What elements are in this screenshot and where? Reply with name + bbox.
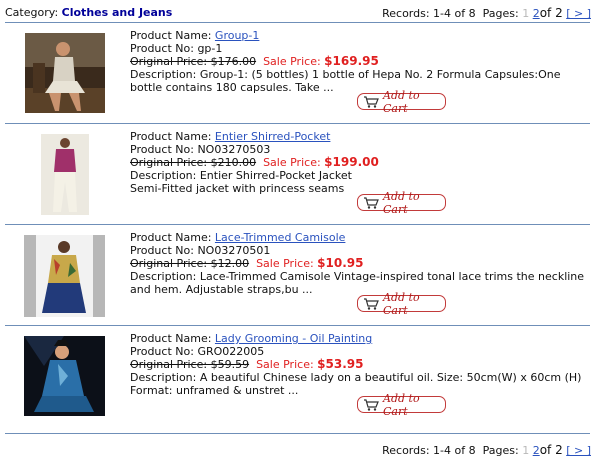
product-name-label: Product Name: xyxy=(130,231,212,244)
sale-price: $199.00 xyxy=(324,155,379,169)
product-name-label: Product Name: xyxy=(130,332,212,345)
cart-icon xyxy=(364,196,379,209)
product-info: Product Name: Entier Shirred-Pocket Prod… xyxy=(130,130,590,195)
product-no-label: Product No: xyxy=(130,42,194,55)
original-price: Original Price: $12.00 xyxy=(130,257,250,270)
product-no: NO03270503 xyxy=(197,143,271,156)
original-price: Original Price: $210.00 xyxy=(130,156,257,169)
product-name-label: Product Name: xyxy=(130,29,212,42)
product-description: Description: Entier Shirred-Pocket Jacke… xyxy=(130,169,352,195)
add-to-cart-button[interactable]: Add to Cart xyxy=(357,190,446,216)
divider xyxy=(5,224,590,225)
sale-price-label: Sale Price: xyxy=(263,156,321,169)
sale-price-label: Sale Price: xyxy=(256,358,314,371)
next-page-link[interactable]: [ > ] xyxy=(566,7,591,20)
add-to-cart-label: Add to Cart xyxy=(383,290,420,317)
records-count: Records: 1-4 of 8 xyxy=(382,7,476,20)
records-count: Records: 1-4 of 8 xyxy=(382,444,476,457)
divider xyxy=(5,433,590,434)
product-description: Description: Lace-Trimmed Camisole Vinta… xyxy=(130,270,585,296)
product-no-label: Product No: xyxy=(130,345,194,358)
top-bar: Category: Clothes and Jeans Records: 1-4… xyxy=(0,0,602,24)
product-no: GRO022005 xyxy=(197,345,265,358)
add-to-cart-button[interactable]: Add to Cart xyxy=(357,89,446,115)
sale-price: $169.95 xyxy=(324,54,379,68)
category-name-link[interactable]: Clothes and Jeans xyxy=(62,6,173,19)
product-no: NO03270501 xyxy=(197,244,271,257)
product-name-link[interactable]: Lace-Trimmed Camisole xyxy=(215,231,345,244)
category-line: Category: Clothes and Jeans xyxy=(5,6,172,19)
product-image[interactable] xyxy=(25,33,105,113)
original-price: Original Price: $176.00 xyxy=(130,55,257,68)
page-2-link[interactable]: 2 xyxy=(533,444,540,457)
divider xyxy=(5,325,590,326)
product-row: Product Name: Lady Grooming - Oil Painti… xyxy=(0,331,602,428)
product-image[interactable] xyxy=(41,134,89,215)
product-no: gp-1 xyxy=(197,42,223,55)
product-name-link[interactable]: Lady Grooming - Oil Painting xyxy=(215,332,372,345)
pages-label: Pages: xyxy=(482,7,519,20)
product-row: Product Name: Group-1 Product No: gp-1 O… xyxy=(0,28,602,125)
page-of-total: of 2 xyxy=(539,6,563,20)
add-to-cart-label: Add to Cart xyxy=(383,189,420,216)
add-to-cart-label: Add to Cart xyxy=(383,391,420,418)
page-1-current: 1 xyxy=(522,444,530,457)
product-no-label: Product No: xyxy=(130,143,194,156)
product-name-label: Product Name: xyxy=(130,130,212,143)
add-to-cart-button[interactable]: Add to Cart xyxy=(357,291,446,317)
sale-price-label: Sale Price: xyxy=(263,55,321,68)
page-2-link[interactable]: 2 xyxy=(533,7,540,20)
product-name-link[interactable]: Entier Shirred-Pocket xyxy=(215,130,331,143)
pager-top: Records: 1-4 of 8 Pages: 1 2of 2 [ > ] xyxy=(382,6,591,20)
cart-icon xyxy=(364,398,379,411)
sale-price: $53.95 xyxy=(317,357,364,371)
product-info: Product Name: Lady Grooming - Oil Painti… xyxy=(130,332,590,397)
product-info: Product Name: Lace-Trimmed Camisole Prod… xyxy=(130,231,590,296)
pager-bottom: Records: 1-4 of 8 Pages: 1 2of 2 [ > ] xyxy=(382,443,591,457)
cart-icon xyxy=(364,297,379,310)
product-description: Description: Group-1: (5 bottles) 1 bott… xyxy=(130,68,561,94)
bottom-bar: Records: 1-4 of 8 Pages: 1 2of 2 [ > ] xyxy=(0,440,602,460)
cart-icon xyxy=(364,95,379,108)
add-to-cart-button[interactable]: Add to Cart xyxy=(357,392,446,418)
product-row: Product Name: Entier Shirred-Pocket Prod… xyxy=(0,129,602,226)
product-image[interactable] xyxy=(24,235,105,317)
product-row: Product Name: Lace-Trimmed Camisole Prod… xyxy=(0,230,602,327)
next-page-link[interactable]: [ > ] xyxy=(566,444,591,457)
product-name-link[interactable]: Group-1 xyxy=(215,29,259,42)
divider xyxy=(5,22,590,23)
page-of-total: of 2 xyxy=(539,443,563,457)
pages-label: Pages: xyxy=(482,444,519,457)
product-image[interactable] xyxy=(24,336,105,416)
product-description: Description: A beautiful Chinese lady on… xyxy=(130,371,582,397)
category-label: Category: xyxy=(5,6,59,19)
product-info: Product Name: Group-1 Product No: gp-1 O… xyxy=(130,29,590,94)
divider xyxy=(5,123,590,124)
sale-price: $10.95 xyxy=(317,256,364,270)
original-price: Original Price: $59.59 xyxy=(130,358,250,371)
product-no-label: Product No: xyxy=(130,244,194,257)
add-to-cart-label: Add to Cart xyxy=(383,88,420,115)
sale-price-label: Sale Price: xyxy=(256,257,314,270)
page-1-current: 1 xyxy=(522,7,530,20)
